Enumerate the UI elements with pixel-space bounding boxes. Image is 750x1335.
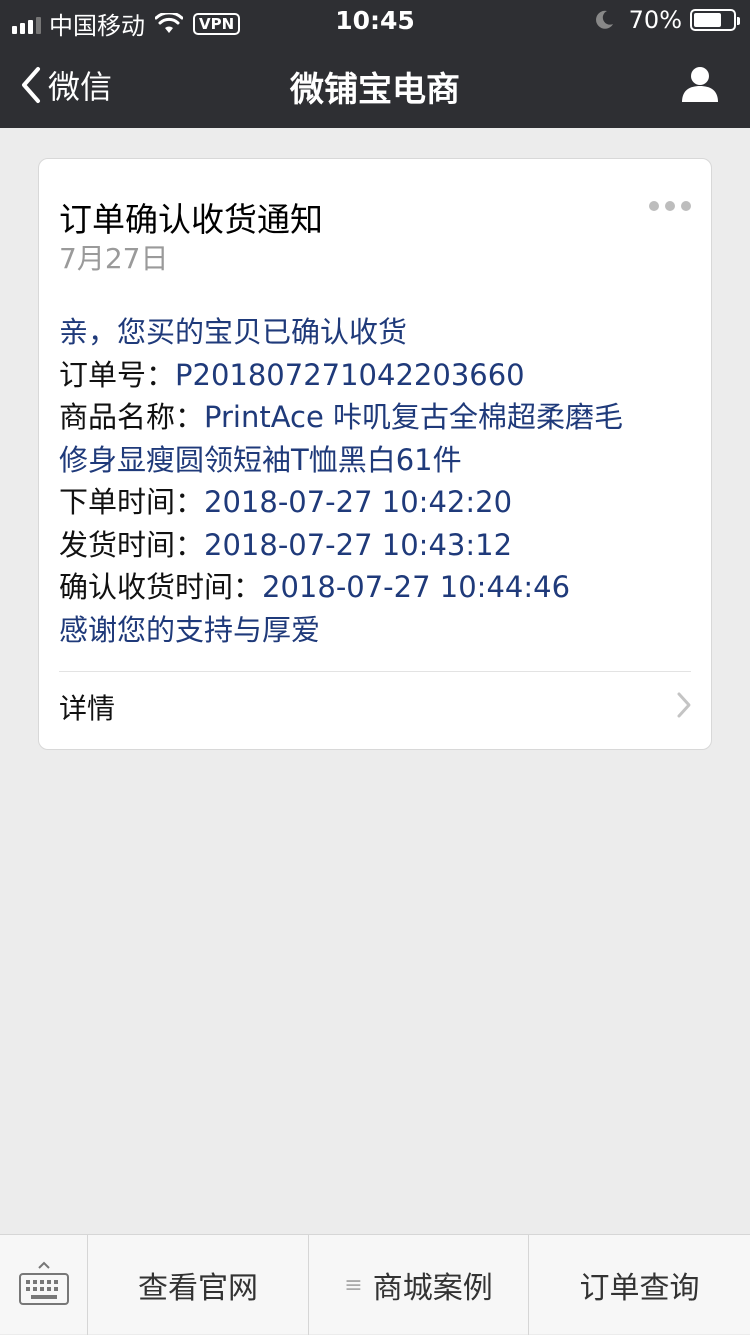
detail-link[interactable]: 详情 [59, 687, 115, 727]
status-bar: 中国移动 VPN 10:45 70% [0, 0, 750, 40]
keyboard-icon [18, 1261, 69, 1305]
battery-percent: 70% [628, 6, 682, 34]
status-right: 70% [593, 6, 740, 34]
battery-fill [694, 13, 721, 27]
bottom-menu: 查看官网 ≡ 商城案例 订单查询 [0, 1234, 750, 1335]
menu-item-store-cases[interactable]: ≡ 商城案例 [309, 1235, 529, 1335]
menu-item-label: 商城案例 [372, 1271, 493, 1306]
profile-icon[interactable] [680, 64, 720, 104]
card-body: 亲，您买的宝贝已确认收货 订单号：P201807271042203660 商品名… [59, 311, 699, 651]
menu-item-label: 订单查询 [579, 1271, 700, 1306]
order-time-label: 下单时间： [59, 485, 205, 519]
keyboard-toggle-button[interactable] [0, 1235, 88, 1335]
chevron-right-icon[interactable] [675, 691, 693, 719]
order-number-label: 订单号： [59, 357, 176, 392]
divider [59, 671, 691, 672]
confirm-time-value: 2018-07-27 10:44:46 [262, 570, 571, 604]
card-title: 订单确认收货通知 [59, 200, 323, 239]
order-number-value: P201807271042203660 [175, 357, 525, 392]
page-title: 微铺宝电商 [290, 70, 460, 110]
order-time-row: 下单时间：2018-07-27 10:42:20 [59, 481, 699, 524]
menu-item-label: 查看官网 [138, 1271, 258, 1306]
ship-time-value: 2018-07-27 10:43:12 [204, 527, 513, 562]
greeting-text: 亲，您买的宝贝已确认收货 [59, 315, 408, 349]
menu-item-order-query[interactable]: 订单查询 [529, 1235, 750, 1335]
menu-item-official-site[interactable]: 查看官网 [88, 1235, 309, 1335]
card-date: 7月27日 [59, 242, 169, 275]
confirm-time-label: 确认收货时间： [59, 570, 263, 604]
product-name-value-cont: 修身显瘦圆领短袖T恤黑白61件 [59, 442, 462, 477]
nav-bar: 微信 微铺宝电商 [0, 40, 750, 128]
confirm-time-row: 确认收货时间：2018-07-27 10:44:46 [59, 566, 699, 609]
order-time-value: 2018-07-27 10:42:20 [204, 485, 513, 519]
moon-icon [595, 10, 613, 29]
ship-time-label: 发货时间： [59, 527, 205, 562]
battery-icon [690, 9, 740, 31]
notification-card: 订单确认收货通知 7月27日 亲，您买的宝贝已确认收货 订单号：P2018072… [38, 158, 712, 750]
thanks-text: 感谢您的支持与厚爱 [59, 612, 321, 647]
submenu-icon: ≡ [344, 1272, 363, 1298]
ship-time-row: 发货时间：2018-07-27 10:43:12 [59, 524, 699, 567]
product-name-value: PrintAce 咔叽复古全棉超柔磨毛 [204, 400, 624, 434]
more-icon[interactable] [649, 201, 691, 211]
product-name-label: 商品名称： [59, 400, 205, 434]
product-name-row: 商品名称：PrintAce 咔叽复古全棉超柔磨毛 [59, 396, 699, 439]
order-number-row: 订单号：P201807271042203660 [59, 354, 699, 397]
